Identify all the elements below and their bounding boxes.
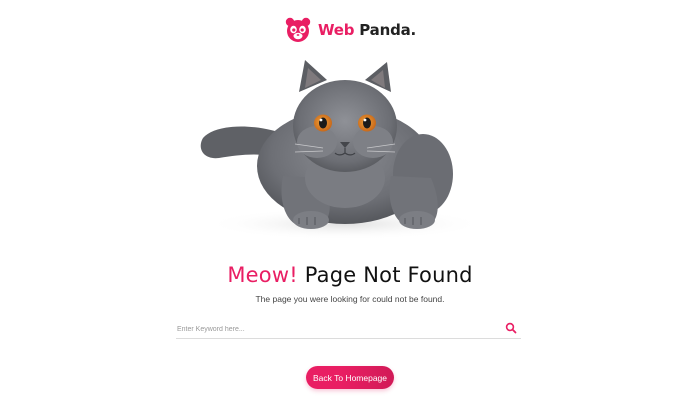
cat-image (195, 56, 485, 246)
search-icon[interactable] (505, 322, 517, 334)
search-form (176, 318, 521, 340)
not-found-page: Web Panda. Meow! Page Not Found The page… (0, 0, 700, 420)
error-message: The page you were looking for could not … (255, 294, 445, 304)
cat-illustration (200, 60, 485, 240)
page-title: Meow! Page Not Found (0, 263, 700, 287)
search-input[interactable] (176, 319, 477, 340)
title-accent: Meow! (227, 263, 298, 287)
brand-name: Web Panda. (317, 21, 417, 39)
back-to-homepage-button[interactable]: Back To Homepage (306, 366, 394, 389)
title-text: Page Not Found (297, 263, 473, 287)
brand-logo[interactable]: Web Panda. (0, 16, 700, 44)
panda-logo-icon (285, 17, 311, 42)
